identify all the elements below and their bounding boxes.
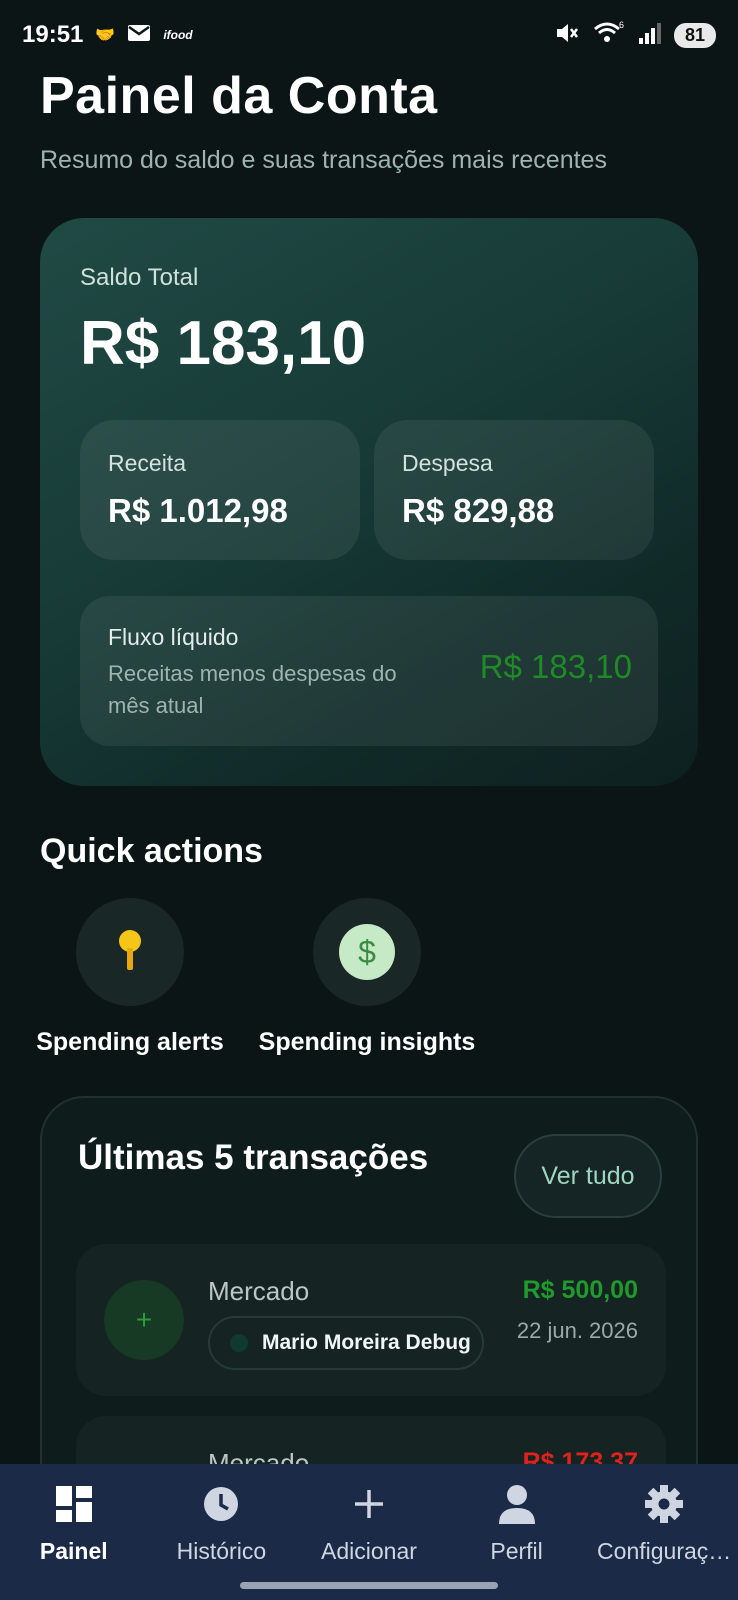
status-bar: 19:51 🤝 ifood 6 81 bbox=[0, 0, 738, 70]
bottom-nav: Painel Histórico Adicionar Perfil Config… bbox=[0, 1464, 738, 1600]
transaction-amount: R$ 500,00 bbox=[522, 1276, 638, 1304]
see-all-button[interactable]: Ver tudo bbox=[514, 1134, 662, 1218]
handshake-icon: 🤝 bbox=[95, 27, 116, 44]
balance-card: Saldo Total R$ 183,10 Receita R$ 1.012,9… bbox=[40, 218, 698, 786]
net-flow-title: Fluxo líquido bbox=[108, 624, 239, 650]
expense-value: R$ 829,88 bbox=[402, 492, 555, 529]
income-label: Receita bbox=[108, 450, 186, 476]
home-indicator[interactable] bbox=[240, 1582, 498, 1589]
spending-alerts-label: Spending alerts bbox=[36, 1028, 224, 1056]
nav-label-painel: Painel bbox=[39, 1538, 108, 1564]
nav-item-adicionar[interactable]: Adicionar bbox=[295, 1464, 443, 1600]
expense-label: Despesa bbox=[402, 450, 493, 476]
transaction-row[interactable]: + Mercado Mario Moreira Debug R$ 500,00 … bbox=[76, 1244, 666, 1396]
nav-item-configuracoes[interactable]: Configuraç… bbox=[590, 1464, 738, 1600]
account-chip: Mario Moreira Debug bbox=[208, 1316, 484, 1370]
mute-icon bbox=[554, 21, 580, 50]
net-flow-description: Receitas menos despesas do mês atual bbox=[108, 661, 397, 718]
clock-icon bbox=[202, 1482, 240, 1526]
account-color-dot bbox=[230, 1334, 248, 1352]
nav-label-historico: Histórico bbox=[176, 1538, 267, 1564]
nav-item-perfil[interactable]: Perfil bbox=[443, 1464, 591, 1600]
person-icon bbox=[498, 1482, 536, 1526]
dashboard-icon bbox=[55, 1482, 93, 1526]
nav-item-painel[interactable]: Painel bbox=[0, 1464, 148, 1600]
quick-actions-title: Quick actions bbox=[40, 832, 263, 870]
net-flow-value: R$ 183,10 bbox=[479, 648, 632, 685]
status-time: 19:51 bbox=[22, 21, 84, 48]
wifi-icon: 6 bbox=[592, 20, 626, 50]
spending-insights-label: Spending insights bbox=[258, 1028, 476, 1056]
gear-icon bbox=[644, 1482, 684, 1526]
nav-label-adicionar: Adicionar bbox=[321, 1538, 417, 1564]
income-card: Receita R$ 1.012,98 bbox=[80, 420, 360, 560]
page-subtitle: Resumo do saldo e suas transações mais r… bbox=[40, 146, 607, 174]
status-right: 6 81 bbox=[554, 20, 716, 50]
svg-text:6: 6 bbox=[619, 21, 624, 30]
battery-indicator: 81 bbox=[674, 22, 716, 48]
ifood-icon: ifood bbox=[163, 28, 193, 42]
nav-item-historico[interactable]: Histórico bbox=[148, 1464, 296, 1600]
status-left: 19:51 🤝 ifood bbox=[22, 21, 193, 49]
account-name: Mario Moreira Debug bbox=[262, 1331, 471, 1354]
page-title: Painel da Conta bbox=[40, 67, 438, 125]
dollar-icon: $ bbox=[339, 924, 395, 980]
income-value: R$ 1.012,98 bbox=[108, 492, 288, 529]
transaction-date: 22 jun. 2026 bbox=[516, 1318, 638, 1343]
mail-icon bbox=[127, 21, 151, 49]
balance-label: Saldo Total bbox=[80, 264, 199, 291]
transactions-title: Últimas 5 transações bbox=[78, 1138, 429, 1177]
nav-label-perfil: Perfil bbox=[490, 1538, 543, 1564]
quick-action-spending-alerts[interactable]: Spending alerts bbox=[36, 898, 224, 1057]
balance-value: R$ 183,10 bbox=[80, 309, 367, 378]
transaction-name: Mercado bbox=[208, 1276, 310, 1306]
plus-icon bbox=[352, 1482, 386, 1526]
quick-action-spending-insights[interactable]: $ Spending insights bbox=[259, 898, 475, 1057]
spending-alerts-button[interactable] bbox=[76, 898, 184, 1006]
pin-icon bbox=[115, 928, 145, 977]
income-icon: + bbox=[104, 1280, 184, 1360]
expense-card: Despesa R$ 829,88 bbox=[374, 420, 654, 560]
spending-insights-button[interactable]: $ bbox=[313, 898, 421, 1006]
net-flow-card: Fluxo líquido Receitas menos despesas do… bbox=[80, 596, 658, 746]
nav-label-configuracoes: Configuraç… bbox=[597, 1538, 732, 1564]
signal-icon bbox=[638, 22, 662, 49]
